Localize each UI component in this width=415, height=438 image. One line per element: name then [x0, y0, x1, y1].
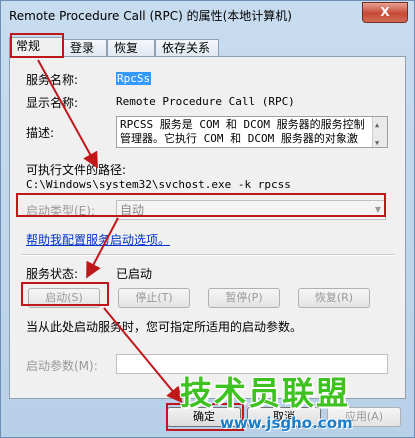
description-line: 管理器。它执行 COM 和 DCOM 服务器的对象激 [120, 132, 358, 145]
description-scrollbar[interactable]: ▲ ▼ [372, 117, 387, 147]
tab-strip: 常规 登录 恢复 依存关系 [9, 37, 407, 58]
scroll-up-icon[interactable]: ▲ [375, 118, 379, 132]
divider [22, 254, 394, 256]
start-button[interactable]: 启动(S) [28, 288, 100, 308]
display-name-value[interactable]: Remote Procedure Call (RPC) [116, 95, 295, 108]
window-title: Remote Procedure Call (RPC) 的属性(本地计算机) [9, 9, 292, 23]
description-box[interactable]: RPCSS 服务是 COM 和 DCOM 服务器的服务控制 管理器。它执行 CO… [116, 116, 388, 148]
start-params-label: 启动参数(M): [26, 359, 98, 373]
tab-general[interactable]: 常规 [9, 37, 63, 58]
watermark-title: 技术员联盟 [180, 374, 351, 412]
tab-recovery[interactable]: 恢复 [107, 39, 155, 57]
display-name-label: 显示名称: [26, 96, 79, 110]
service-status-label: 服务状态: [26, 267, 79, 281]
close-button[interactable]: X [362, 2, 408, 23]
watermark: 技术员联盟 www.jsgho.com [172, 368, 412, 438]
startup-type-dropdown[interactable]: 自动 ▼ [116, 200, 386, 220]
tab-dependencies[interactable]: 依存关系 [155, 39, 219, 57]
help-configure-link[interactable]: 帮助我配置服务启动选项。 [26, 231, 170, 248]
service-status-value: 已启动 [116, 267, 153, 281]
service-name-label: 服务名称: [26, 73, 79, 87]
pause-button[interactable]: 暂停(P) [208, 288, 280, 308]
tab-logon[interactable]: 登录 [63, 39, 107, 57]
startup-type-value: 自动 [120, 203, 145, 217]
exe-path-value[interactable]: C:\Windows\system32\svchost.exe -k rpcss [26, 178, 291, 191]
start-params-hint: 当从此处启动服务时，您可指定所适用的启动参数。 [26, 320, 303, 334]
watermark-url: www.jsgho.com [220, 414, 353, 432]
chevron-down-icon: ▼ [374, 205, 381, 214]
title-bar[interactable]: Remote Procedure Call (RPC) 的属性(本地计算机) X [1, 1, 414, 29]
stop-button[interactable]: 停止(T) [118, 288, 190, 308]
exe-path-label: 可执行文件的路径: [26, 163, 127, 177]
resume-button[interactable]: 恢复(R) [298, 288, 370, 308]
startup-type-label: 启动类型(E): [26, 204, 95, 218]
description-label: 描述: [26, 126, 55, 140]
general-panel: 服务名称: RpcSs 显示名称: Remote Procedure Call … [9, 56, 406, 399]
service-name-value[interactable]: RpcSs [116, 72, 152, 85]
description-line: RPCSS 服务是 COM 和 DCOM 服务器的服务控制 [120, 118, 365, 131]
scroll-down-icon[interactable]: ▼ [375, 136, 379, 147]
